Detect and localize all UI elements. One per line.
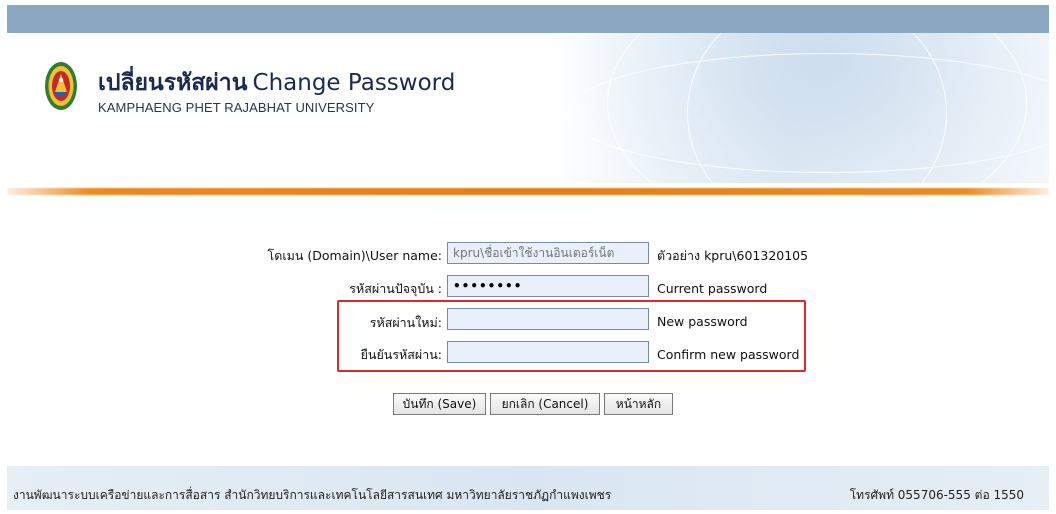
page-title-english: Change Password	[252, 70, 456, 96]
orange-divider	[7, 188, 1049, 195]
new-password-label: รหัสผ่านใหม่:	[369, 315, 442, 330]
confirm-password-hint: Confirm new password	[657, 347, 800, 362]
page-title: เปลี่ยนรหัสผ่าน Change Password	[98, 65, 455, 101]
top-bar	[7, 5, 1049, 33]
current-password-input[interactable]	[447, 275, 649, 297]
cancel-button[interactable]: ยกเลิก (Cancel)	[490, 393, 600, 415]
page: เปลี่ยนรหัสผ่าน Change Password KAMPHAEN…	[0, 0, 1056, 514]
page-title-thai: เปลี่ยนรหัสผ่าน	[98, 70, 248, 96]
new-password-input[interactable]	[447, 308, 649, 330]
footer-department: งานพัฒนาระบบเครือข่ายและการสื่อสาร สำนัก…	[13, 488, 612, 502]
university-name: KAMPHAENG PHET RAJABHAT UNIVERSITY	[98, 100, 375, 115]
new-password-hint: New password	[657, 314, 748, 329]
confirm-password-input[interactable]	[447, 341, 649, 363]
current-password-label: รหัสผ่านปัจจุบัน :	[349, 281, 442, 296]
current-password-hint: Current password	[657, 281, 768, 296]
username-label: โดเมน (Domain)\User name:	[267, 248, 442, 263]
save-button[interactable]: บันทึก (Save)	[393, 393, 486, 415]
university-seal-icon	[45, 62, 77, 110]
footer: งานพัฒนาระบบเครือข่ายและการสื่อสาร สำนัก…	[7, 466, 1049, 510]
username-input[interactable]	[447, 242, 649, 264]
username-hint: ตัวอย่าง kpru\601320105	[657, 248, 809, 263]
footer-phone: โทรศัพท์ 055706-555 ต่อ 1550	[849, 488, 1024, 502]
confirm-password-label: ยืนยันรหัสผ่าน:	[360, 347, 442, 362]
home-button[interactable]: หน้าหลัก	[604, 393, 673, 415]
